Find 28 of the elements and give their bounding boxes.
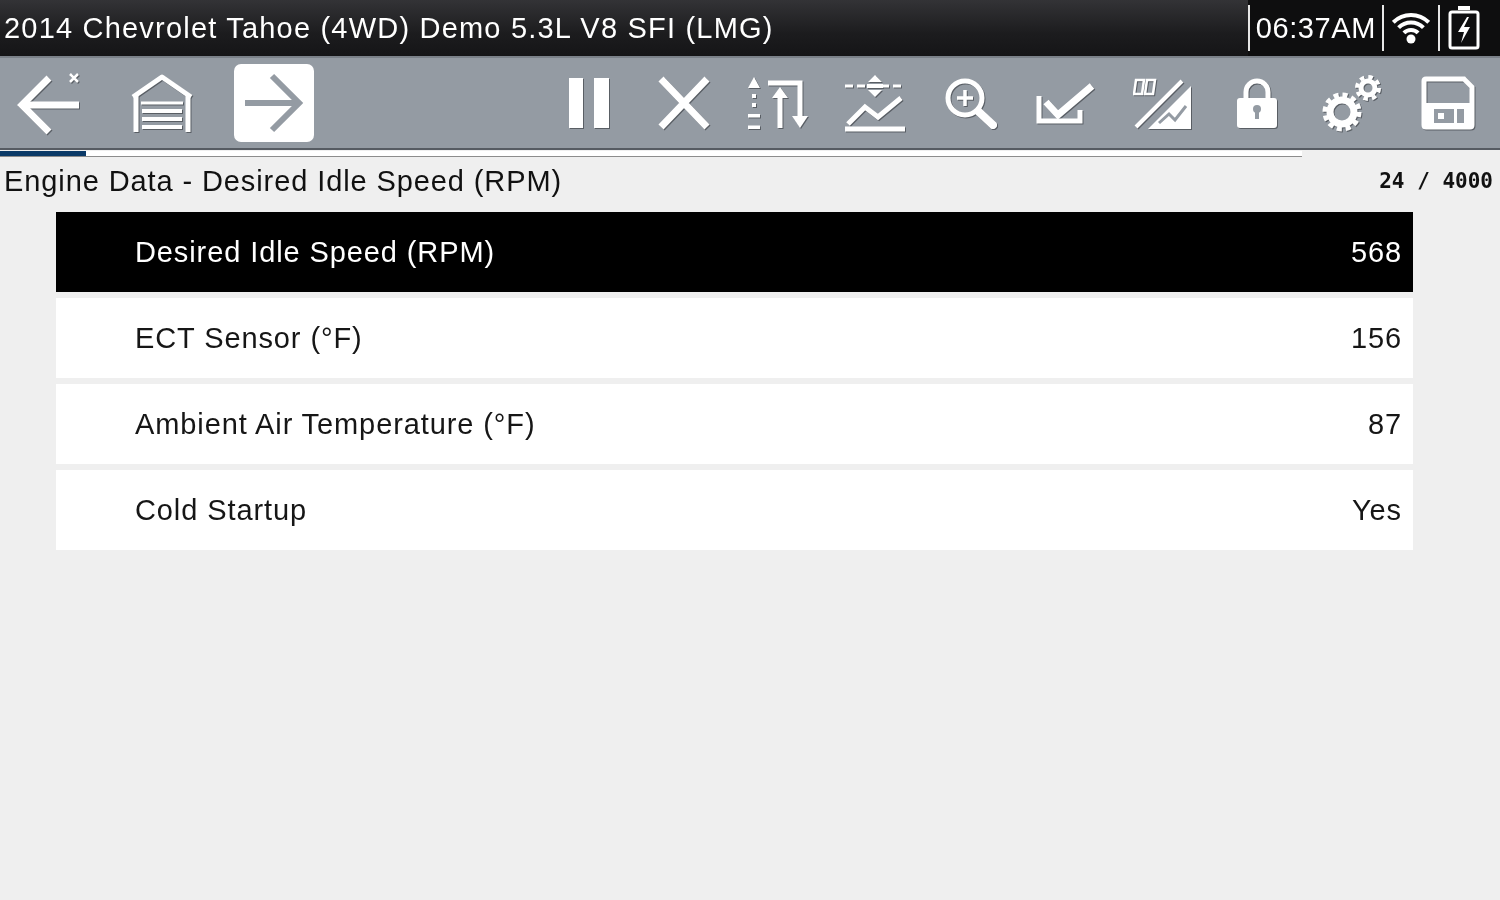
parameter-value: 87 [1367, 407, 1402, 441]
checkbox-tick-icon [1036, 82, 1097, 124]
record-counter: 24 / 4000 [1379, 169, 1493, 193]
clock-time: 06:37AM [1254, 11, 1377, 45]
data-row[interactable]: Ambient Air Temperature (°F) 87 [56, 384, 1413, 464]
gears-icon [1321, 74, 1384, 132]
forward-button[interactable] [234, 64, 314, 142]
parameter-value: Yes [1352, 493, 1402, 527]
chart-diagonal-icon [1132, 77, 1191, 129]
zoom-in-icon [943, 77, 998, 129]
battery-charging-icon [1448, 6, 1480, 50]
vehicle-title: 2014 Chevrolet Tahoe (4WD) Demo 5.3L V8 SFI (LMG) [3, 11, 775, 45]
data-row[interactable]: Desired Idle Speed (RPM) 568 [56, 212, 1413, 292]
parameter-name: Ambient Air Temperature (°F) [135, 407, 536, 441]
parameter-value: 156 [1350, 321, 1402, 355]
pause-icon [568, 78, 609, 128]
parameter-name: Cold Startup [135, 493, 307, 527]
cross-icon [658, 76, 711, 130]
data-row[interactable]: Cold Startup Yes [56, 470, 1413, 550]
padlock-icon [1237, 78, 1278, 128]
parameter-name: Desired Idle Speed (RPM) [135, 235, 496, 269]
parameter-value: 568 [1350, 235, 1402, 269]
screen-title: Engine Data - Desired Idle Speed (RPM) [4, 164, 563, 198]
garage-icon [129, 72, 195, 134]
wifi-icon [1392, 12, 1430, 44]
line-chart-icon [845, 74, 906, 132]
data-row[interactable]: ECT Sensor (°F) 156 [56, 298, 1413, 378]
parameter-name: ECT Sensor (°F) [135, 321, 363, 355]
